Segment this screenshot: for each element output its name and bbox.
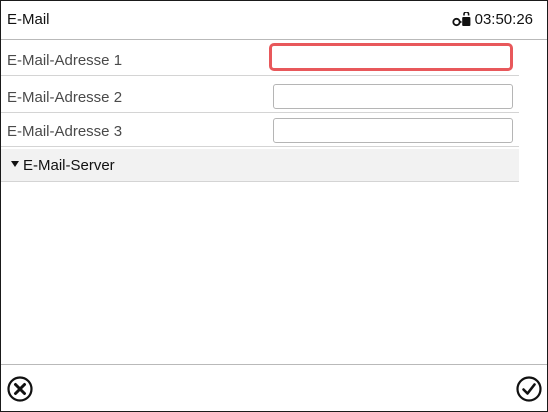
title-bar: E-Mail 03:50:26 [1, 1, 547, 40]
email-address-3-label: E-Mail-Adresse 3 [7, 123, 123, 140]
email-server-section-label: E-Mail-Server [23, 157, 115, 174]
lock-key-icon [452, 11, 471, 26]
email-address-1-label: E-Mail-Adresse 1 [7, 52, 123, 69]
email-address-3-row: E-Mail-Adresse 3 [1, 117, 519, 147]
email-address-1-input[interactable] [269, 43, 513, 71]
clock-time: 03:50:26 [474, 11, 533, 28]
email-address-3-input[interactable] [273, 118, 513, 143]
footer-bar [1, 364, 547, 411]
email-server-section-header[interactable]: E-Mail-Server [1, 149, 519, 182]
email-address-2-row: E-Mail-Adresse 2 [1, 83, 519, 113]
email-address-1-row: E-Mail-Adresse 1 [1, 43, 519, 76]
confirm-button[interactable] [516, 376, 542, 402]
status-clock: 03:50:26 [452, 11, 533, 28]
cancel-button[interactable] [7, 376, 33, 402]
page-title: E-Mail [7, 11, 50, 28]
email-address-2-input[interactable] [273, 84, 513, 109]
email-settings-screen: E-Mail 03:50:26 E-Mail-Adresse 1 E-Mail-… [0, 0, 548, 412]
triangle-down-icon [11, 161, 19, 167]
email-address-2-label: E-Mail-Adresse 2 [7, 89, 123, 106]
